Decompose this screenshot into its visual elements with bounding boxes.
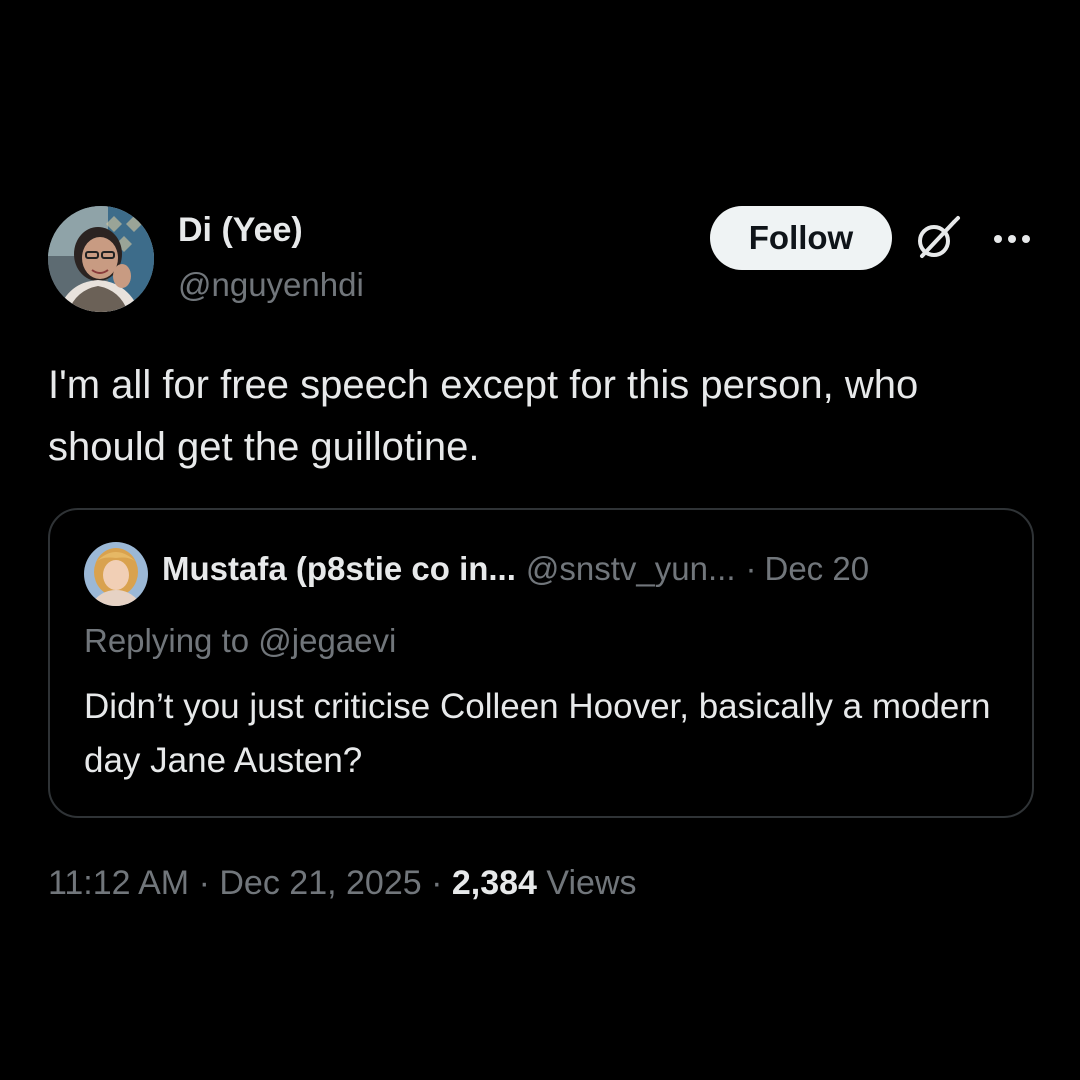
quoted-author-avatar[interactable] bbox=[84, 542, 148, 606]
replying-to-label: Replying to @jegaevi bbox=[84, 622, 397, 659]
more-options-icon[interactable] bbox=[990, 224, 1034, 254]
grok-icon[interactable] bbox=[912, 214, 962, 264]
quoted-tweet-card[interactable]: Mustafa (p8stie co in... @snstv_yun... · De… bbox=[48, 508, 1034, 818]
quoted-author-handle[interactable]: @snstv_yun... bbox=[526, 550, 736, 587]
tweet-time[interactable]: 11:12 AM bbox=[48, 864, 189, 902]
author-display-name[interactable]: Di (Yee) bbox=[178, 211, 303, 250]
tweet-container: Di (Yee) @nguyenhdi Follow I'm all for f… bbox=[0, 0, 1080, 1080]
meta-separator: · bbox=[431, 864, 443, 902]
quoted-tweet-header: Mustafa (p8stie co in... @snstv_yun... · De… bbox=[162, 550, 869, 588]
author-avatar[interactable] bbox=[48, 206, 154, 312]
tweet-meta: 11:12 AM · Dec 21, 2025 · 2,384 Views bbox=[48, 864, 637, 903]
meta-separator: · bbox=[198, 864, 210, 902]
quoted-header-separator: · bbox=[745, 550, 757, 587]
tweet-date[interactable]: Dec 21, 2025 bbox=[219, 864, 421, 902]
tweet-text: I'm all for free speech except for this … bbox=[48, 363, 919, 469]
views-label[interactable]: Views bbox=[546, 864, 636, 902]
quoted-tweet-text: Didn’t you just criticise Colleen Hoover… bbox=[84, 687, 991, 780]
author-handle[interactable]: @nguyenhdi bbox=[178, 266, 364, 304]
author-avatar-image bbox=[48, 206, 154, 312]
views-count[interactable]: 2,384 bbox=[452, 864, 537, 902]
quoted-tweet-date[interactable]: Dec 20 bbox=[765, 550, 870, 587]
follow-button[interactable]: Follow bbox=[710, 206, 892, 270]
quoted-author-avatar-image bbox=[84, 542, 148, 606]
quoted-author-display-name[interactable]: Mustafa (p8stie co in... bbox=[162, 550, 516, 587]
